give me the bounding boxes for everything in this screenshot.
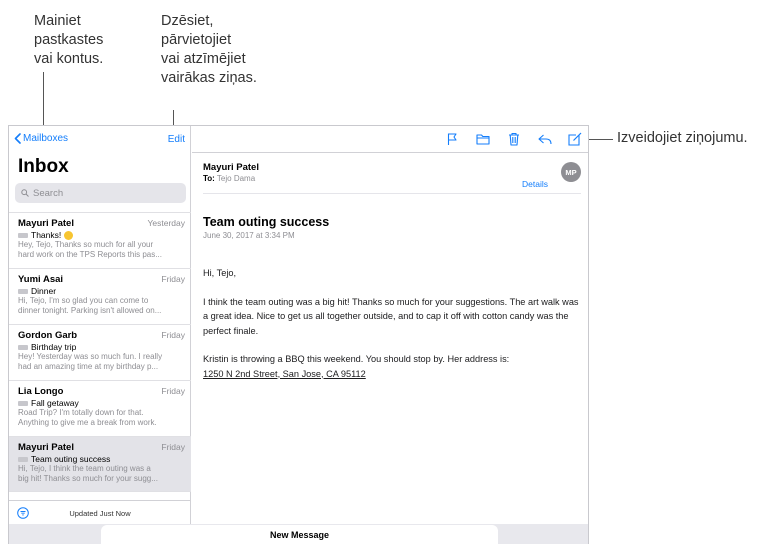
new-message-tab[interactable]: New Message — [101, 525, 498, 544]
list-item[interactable]: Gordon Garb Friday Birthday trip Hey! Ye… — [9, 324, 191, 380]
thread-icon — [18, 288, 28, 294]
message-subject-row: Dinner — [18, 286, 185, 296]
folder-icon[interactable] — [475, 131, 491, 147]
message-preview: dinner tonight. Parking isn't allowed on… — [18, 306, 162, 315]
page-title: Inbox — [18, 156, 69, 177]
message-date: Friday — [161, 442, 185, 452]
message-subject-row: Birthday trip — [18, 342, 185, 352]
reply-icon[interactable] — [537, 131, 553, 147]
message-subject-row: Thanks! — [18, 230, 185, 240]
message-preview: Hi, Tejo, I think the team outing was a — [18, 464, 151, 473]
message-sender: Yumi Asai — [18, 274, 64, 285]
message-preview: big hit! Thanks so much for your sugg... — [18, 474, 158, 483]
mailboxes-label: Mailboxes — [23, 133, 69, 144]
chevron-left-icon — [14, 133, 21, 144]
email-date: June 30, 2017 at 3:34 PM — [203, 231, 295, 240]
callout-compose: Izveidojiet ziņojumu. — [617, 130, 748, 146]
to-value[interactable]: Tejo Dama — [217, 174, 255, 183]
message-preview: Hi, Tejo, I'm so glad you can come to — [18, 296, 149, 305]
message-subject: Fall getaway — [31, 398, 79, 408]
edit-button[interactable]: Edit — [168, 134, 185, 145]
list-item[interactable]: Lia Longo Friday Fall getaway Road Trip?… — [9, 380, 191, 436]
header-divider — [203, 193, 581, 194]
bottom-bar: New Message — [9, 524, 588, 544]
address-link[interactable]: 1250 N 2nd Street, San Jose, CA 95112 — [203, 369, 366, 379]
flag-icon[interactable] — [444, 131, 460, 147]
list-item[interactable]: Mayuri Patel Yesterday Thanks! Hey, Tejo… — [9, 212, 191, 268]
message-subject-row: Fall getaway — [18, 398, 185, 408]
message-subject: Dinner — [31, 286, 57, 296]
sidebar-footer: Updated Just Now — [9, 500, 191, 524]
search-icon — [21, 189, 29, 197]
callout-mailboxes: Mainiet pastkastes vai kontus. — [34, 13, 104, 67]
message-preview: Hey, Tejo, Thanks so much for all your — [18, 240, 154, 249]
message-date: Friday — [161, 330, 185, 340]
list-item[interactable]: Yumi Asai Friday Dinner Hi, Tejo, I'm so… — [9, 268, 191, 324]
message-preview: Hey! Yesterday was so much fun. I really — [18, 352, 163, 361]
avatar[interactable]: MP — [561, 162, 581, 182]
smiley-emoji-icon — [64, 230, 74, 240]
toolbar-divider — [192, 152, 588, 153]
thread-icon — [18, 232, 28, 238]
email-body: Hi, Tejo, I think the team outing was a … — [203, 266, 581, 395]
message-subject-row: Team outing success — [18, 454, 185, 464]
message-sender: Gordon Garb — [18, 330, 78, 341]
thread-icon — [18, 344, 28, 350]
list-item-selected[interactable]: Mayuri Patel Friday Team outing success … — [9, 436, 191, 492]
email-greeting: Hi, Tejo, — [203, 268, 237, 278]
to-label: To: — [203, 174, 215, 183]
message-detail-pane: Mayuri Patel To: Tejo Dama Details MP Te… — [192, 126, 588, 544]
message-sender: Mayuri Patel — [18, 442, 74, 453]
search-input[interactable]: Search — [15, 183, 186, 203]
email-recipient: To: Tejo Dama — [203, 174, 255, 183]
compose-icon[interactable] — [567, 131, 583, 147]
search-placeholder: Search — [33, 187, 64, 199]
trash-icon[interactable] — [506, 131, 522, 147]
sidebar-navbar: Mailboxes Edit — [9, 126, 191, 152]
email-sender: Mayuri Patel — [203, 162, 259, 173]
message-list-pane: Mailboxes Edit Inbox Search Mayuri Patel… — [9, 126, 191, 544]
mailboxes-back-button[interactable]: Mailboxes — [14, 133, 68, 144]
email-paragraph: I think the team outing was a big hit! T… — [203, 296, 579, 336]
callout-edit: Dzēsiet, pārvietojiet vai atzīmējiet vai… — [161, 13, 257, 86]
thread-icon — [18, 456, 28, 462]
email-subject: Team outing success — [203, 215, 330, 229]
message-date: Friday — [161, 386, 185, 396]
update-status: Updated Just Now — [69, 509, 131, 518]
message-subject: Birthday trip — [31, 342, 77, 352]
details-link[interactable]: Details — [522, 179, 548, 189]
message-subject: Thanks! — [31, 230, 62, 240]
thread-icon — [18, 400, 28, 406]
message-preview: Anything to give me a break from work. — [18, 418, 157, 427]
message-date: Friday — [161, 274, 185, 284]
mail-app-window: Mailboxes Edit Inbox Search Mayuri Patel… — [8, 125, 589, 544]
email-paragraph-text: Kristin is throwing a BBQ this weekend. … — [203, 354, 510, 364]
message-sender: Lia Longo — [18, 386, 64, 397]
message-subject: Team outing success — [31, 454, 111, 464]
message-preview: Road Trip? I'm totally down for that. — [18, 408, 144, 417]
message-preview: had an amazing time at my birthday p... — [18, 362, 159, 371]
message-list: Mayuri Patel Yesterday Thanks! Hey, Tejo… — [9, 212, 191, 492]
email-paragraph: Kristin is throwing a BBQ this weekend. … — [203, 352, 581, 381]
message-preview: hard work on the TPS Reports this pas... — [18, 250, 162, 259]
message-date: Yesterday — [147, 218, 186, 228]
